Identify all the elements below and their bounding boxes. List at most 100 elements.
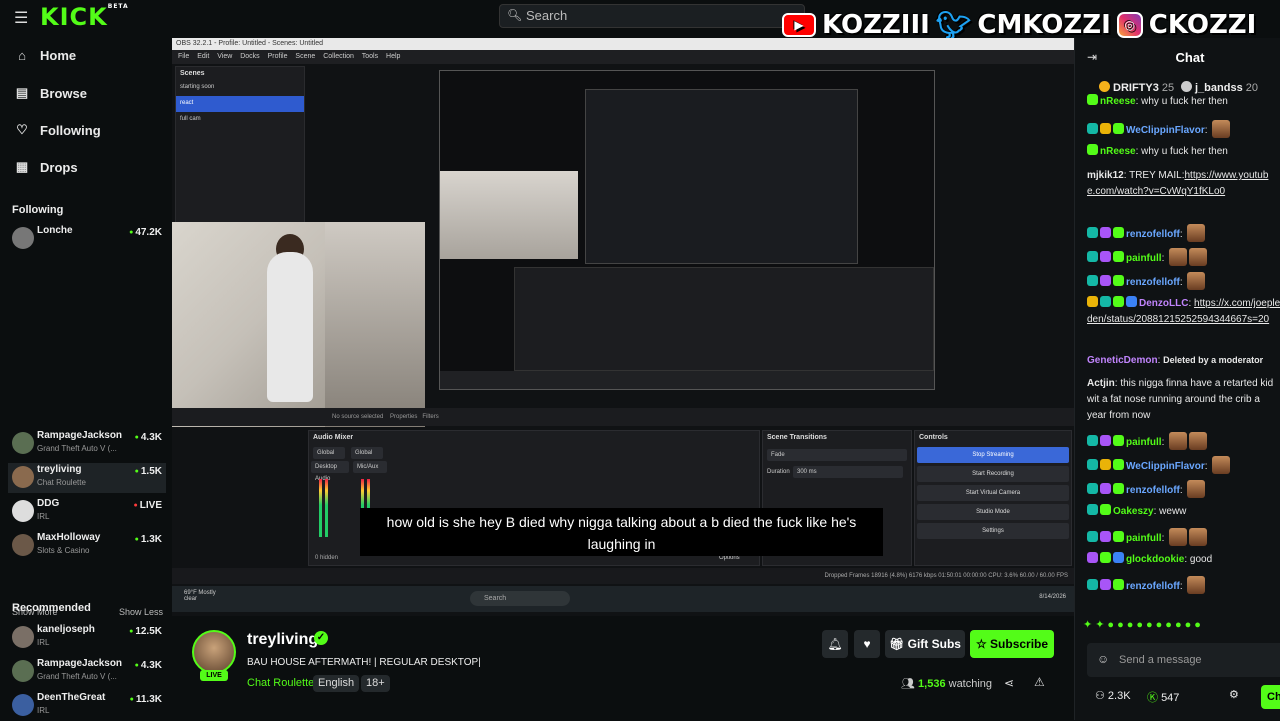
youtube-handle: KOZZIII [822,10,930,40]
top-gifter[interactable]: j_bandss 20 [1181,81,1258,94]
obs-controls: Controls Stop Streaming Start Recording … [914,430,1072,566]
show-less-button[interactable]: Show Less [119,607,163,617]
nested-preview [585,89,858,264]
nav-drops[interactable]: ▦ Drops [14,159,78,175]
notification-bell-button[interactable]: 🔔︎ [822,630,848,658]
following-channel[interactable]: Lonche 47.2K [8,224,166,254]
avatar [12,227,34,249]
avatar [12,660,34,682]
studio-mode-button: Studio Mode [917,504,1069,520]
chat-message: renzofelloff: [1087,576,1280,595]
chat-input[interactable]: Send a message [1087,643,1280,677]
virtual-camera-button: Start Virtual Camera [917,485,1069,501]
following-channel[interactable]: MaxHolloway Slots & Casino 1.3K [8,531,166,561]
nav-following[interactable]: ♡ Following [14,122,100,138]
channel-info: LIVE treyliving ✓ BAU HOUSE AFTERMATH! |… [172,620,1074,720]
share-icon[interactable]: ⋖ [1004,676,1014,690]
chat-message: painfull: [1087,248,1280,267]
start-recording-button: Start Recording [917,466,1069,482]
following-channel-active[interactable]: treyliving Chat Roulette 1.5K [8,463,166,493]
tag-language[interactable]: English [313,675,360,692]
nav-home[interactable]: ⌂ Home [14,48,76,63]
menu-icon[interactable]: ☰ [14,8,28,28]
chat-message: GeneticDemon: Deleted by a moderator [1087,355,1264,366]
avatar [12,466,34,488]
follow-button[interactable]: ♥ [854,630,880,658]
emoji-icon[interactable]: ☺ [1097,652,1109,666]
subscribe-button[interactable]: ☆ Subscribe [970,630,1054,658]
search-input[interactable]: Search [499,4,805,28]
following-channel[interactable]: DDG IRL LIVE [8,497,166,527]
person [267,252,313,402]
youtube-icon: ▶ [782,13,816,37]
live-badge: LIVE [200,670,228,681]
chat-message: Oakeszy: weww [1087,504,1280,520]
avatar [12,432,34,454]
windows-taskbar: 69°F Mostly clear Search 8/14/2026 [172,586,1074,612]
chat-message: nReese: why u fuck her then [1087,144,1280,160]
heart-icon: ♡ [16,122,28,137]
chat-message: glockdookie: good [1087,552,1280,568]
recommended-channel[interactable]: DeenTheGreat IRL 11.3K [8,691,166,721]
viewer-count: 👥︎ 1,536 watching [901,678,993,690]
gift-icon: 🎁︎ [889,637,908,651]
subtitle-caption: how old is she hey B died why nigga talk… [360,508,883,556]
gift-subs-button[interactable]: 🎁︎ Gift Subs [885,630,965,658]
stream-title: BAU HOUSE AFTERMATH! | REGULAR DESKTOP| [247,657,481,668]
chat-panel: ⇥ Chat DRIFTY3 25 j_bandss 20 nReese: wh… [1074,38,1280,720]
send-chat-button[interactable]: Chat [1261,685,1280,709]
chat-message: renzofelloff: [1087,272,1280,291]
chat-message: mjkik12: TREY MAIL:https://www.youtube.c… [1087,170,1269,197]
tag-mature[interactable]: 18+ [361,675,390,692]
chat-message: nReese: why u fuck her then [1087,94,1280,110]
recommended-title: Recommended [12,602,91,614]
video-player[interactable]: OBS 32.2.1 - Profile: Untitled - Scenes:… [172,38,1074,616]
report-icon[interactable]: ⚠ [1034,675,1045,689]
twitter-handle: CMKOZZI [977,10,1111,40]
avatar [12,534,34,556]
avatar [12,694,34,716]
star-icon: ☆ [975,637,991,651]
obs-menubar: File Edit View Docks Profile Scene Colle… [172,50,1074,64]
emote-bar[interactable]: ✦✦●●●●●●●●●● [1083,618,1280,634]
followers-count: ⚇ 2.3K [1095,690,1131,702]
twitter-icon: 🐦︎ [935,8,972,42]
following-title: Following [12,204,64,216]
verified-icon: ✓ [314,631,328,645]
webcam-room [325,222,425,427]
obs-statusbar: Dropped Frames 18916 (4.8%) 6176 kbps 01… [172,568,1074,584]
chat-message: DenzoLLC: https://x.com/joepleden/status… [1087,296,1280,325]
emote-icon [1212,120,1231,138]
nav-browse[interactable]: ▤ Browse [14,85,87,101]
chat-message: painfull: [1087,528,1280,547]
settings-icon[interactable]: ⚙ [1229,688,1239,701]
instagram-icon: ◎ [1116,12,1143,38]
recommended-channel[interactable]: kaneljoseph IRL 12.5K [8,623,166,653]
channel-name[interactable]: treyliving [247,631,318,649]
drops-icon: ▦ [15,159,29,174]
stream-category[interactable]: Chat Roulette [247,677,314,689]
top-gifter[interactable]: DRIFTY3 25 [1099,81,1174,94]
chat-message: WeClippinFlavor: [1087,120,1280,139]
chat-message: renzofelloff: [1087,224,1280,243]
chat-footer: ⚇ 2.3K Ⓚ 547 ⚙ [1075,684,1280,710]
following-channel[interactable]: RampageJackson Grand Theft Auto V (... 4… [8,429,166,459]
chat-message: WeClippinFlavor: [1087,456,1280,475]
audio-meter [325,479,328,537]
channel-avatar[interactable] [192,630,236,674]
obs-preview [439,70,935,390]
chat-title: Chat [1175,50,1205,65]
kick-logo[interactable]: KICKBETA [40,3,129,31]
bell-icon: 🔔︎ [827,637,843,651]
recommended-channel[interactable]: RampageJackson Grand Theft Auto V (... 4… [8,657,166,687]
heart-icon: ♥ [863,637,871,651]
scene-item-selected: react [176,96,304,112]
obs-titlebar: OBS 32.2.1 - Profile: Untitled - Scenes:… [172,38,1074,50]
points-count: Ⓚ 547 [1147,692,1180,704]
scenes-title: Scenes [180,70,205,77]
scene-item: full cam [180,116,201,122]
chat-message: Actjin: this nigga finna have a retarted… [1087,378,1274,421]
viewers-icon: 👥︎ [901,678,919,690]
scene-item: starting soon [180,84,215,90]
chat-message: painfull: [1087,432,1280,451]
